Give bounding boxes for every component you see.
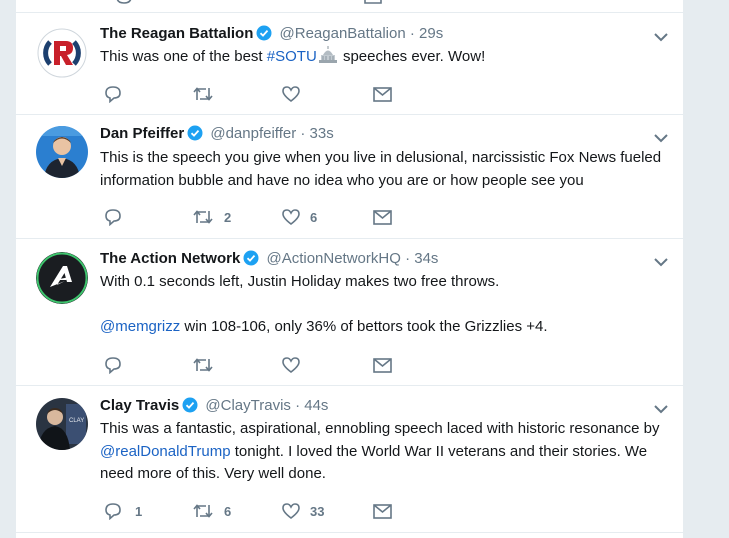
display-name[interactable]: The Action Network (100, 250, 240, 267)
like-button[interactable] (282, 354, 300, 376)
mention-link[interactable]: @memgrizz (100, 318, 180, 335)
avatar[interactable]: CLAY (36, 398, 88, 450)
tweet-action-network[interactable]: The Action Network @ActionNetworkHQ · 34… (16, 238, 683, 386)
direct-message-icon (373, 503, 392, 519)
verified-badge-icon (182, 397, 198, 419)
tweet-header: Dan Pfeiffer @danpfeiffer · 33s (100, 124, 334, 147)
reply-button[interactable]: 1 (104, 500, 142, 522)
user-handle[interactable]: @ReaganBattalion (280, 25, 406, 42)
reply-icon (104, 85, 122, 103)
timeline: The Reagan Battalion @ReaganBattalion · … (15, 0, 684, 538)
tweet-text: With 0.1 seconds left, Justin Holiday ma… (100, 273, 548, 335)
like-button[interactable]: 33 (282, 500, 324, 522)
display-name[interactable]: The Reagan Battalion (100, 25, 253, 42)
tweet-header: The Action Network @ActionNetworkHQ · 34… (100, 249, 438, 272)
like-button[interactable]: 6 (282, 206, 317, 228)
retweet-icon (192, 208, 214, 226)
avatar[interactable] (36, 126, 88, 178)
retweet-icon (192, 356, 214, 374)
separator: · (295, 397, 301, 414)
retweet-icon (192, 502, 214, 520)
user-handle[interactable]: @ClayTravis (205, 397, 291, 414)
retweet-count: 2 (224, 209, 232, 225)
mention-link[interactable]: @realDonaldTrump (100, 443, 231, 460)
like-count: 6 (310, 209, 318, 225)
separator: · (300, 125, 306, 142)
timestamp[interactable]: 34s (414, 250, 438, 267)
like-count: 33 (310, 503, 325, 519)
reply-button[interactable] (104, 83, 122, 105)
capitol-emoji (317, 46, 339, 72)
reply-count: 1 (135, 503, 143, 519)
display-name[interactable]: Dan Pfeiffer (100, 125, 184, 142)
user-handle[interactable]: @ActionNetworkHQ (266, 250, 400, 267)
avatar-sign-text: CLAY (69, 418, 84, 424)
tweet-dan-pfeiffer[interactable]: Dan Pfeiffer @danpfeiffer · 33s This is … (16, 114, 683, 239)
direct-message-button[interactable] (373, 206, 392, 228)
reply-icon (104, 208, 122, 226)
reply-icon (104, 356, 122, 374)
verified-badge-icon (187, 125, 203, 147)
like-icon (282, 85, 300, 103)
like-button[interactable] (282, 83, 300, 105)
retweet-button[interactable]: 6 (192, 500, 231, 522)
tweet-text: This was one of the best #SOTU speeches … (100, 46, 670, 72)
tweet-reagan-battalion[interactable]: The Reagan Battalion @ReaganBattalion · … (16, 13, 683, 115)
reply-button[interactable] (104, 206, 122, 228)
display-name[interactable]: Clay Travis (100, 397, 179, 414)
timestamp[interactable]: 29s (419, 25, 443, 42)
reply-icon (104, 502, 122, 520)
previous-tweet-actions (16, 0, 683, 13)
verified-badge-icon (256, 25, 272, 47)
direct-message-icon (373, 86, 392, 102)
timestamp[interactable]: 44s (304, 397, 328, 414)
tweet-clay-travis[interactable]: CLAY Clay Travis @ClayTravis · 44s This … (16, 385, 683, 533)
separator: · (405, 250, 411, 267)
verified-badge-icon (243, 250, 259, 272)
retweet-icon (192, 85, 214, 103)
retweet-count: 6 (224, 503, 232, 519)
timestamp[interactable]: 33s (310, 125, 334, 142)
direct-message-icon (373, 357, 392, 373)
retweet-button[interactable] (192, 83, 214, 105)
reply-button[interactable] (104, 354, 122, 376)
reply-icon[interactable] (115, 0, 133, 10)
like-icon (282, 502, 300, 520)
hashtag-link[interactable]: #SOTU (267, 48, 317, 65)
direct-message-button[interactable] (373, 83, 392, 105)
like-icon (282, 208, 300, 226)
direct-message-button[interactable] (373, 500, 392, 522)
user-handle[interactable]: @danpfeiffer (210, 125, 296, 142)
retweet-button[interactable]: 2 (192, 206, 231, 228)
direct-message-icon[interactable] (364, 0, 382, 10)
avatar[interactable] (36, 27, 88, 79)
direct-message-icon (373, 209, 392, 225)
retweet-button[interactable] (192, 354, 214, 376)
tweet-header: The Reagan Battalion @ReaganBattalion · … (100, 24, 443, 47)
tweet-header: Clay Travis @ClayTravis · 44s (100, 396, 328, 419)
avatar[interactable] (36, 252, 88, 304)
like-icon (282, 356, 300, 374)
separator: · (409, 25, 415, 42)
direct-message-button[interactable] (373, 354, 392, 376)
tweet-text: This was a fantastic, aspirational, enno… (100, 420, 660, 482)
tweet-text: This is the speech you give when you liv… (100, 149, 662, 189)
